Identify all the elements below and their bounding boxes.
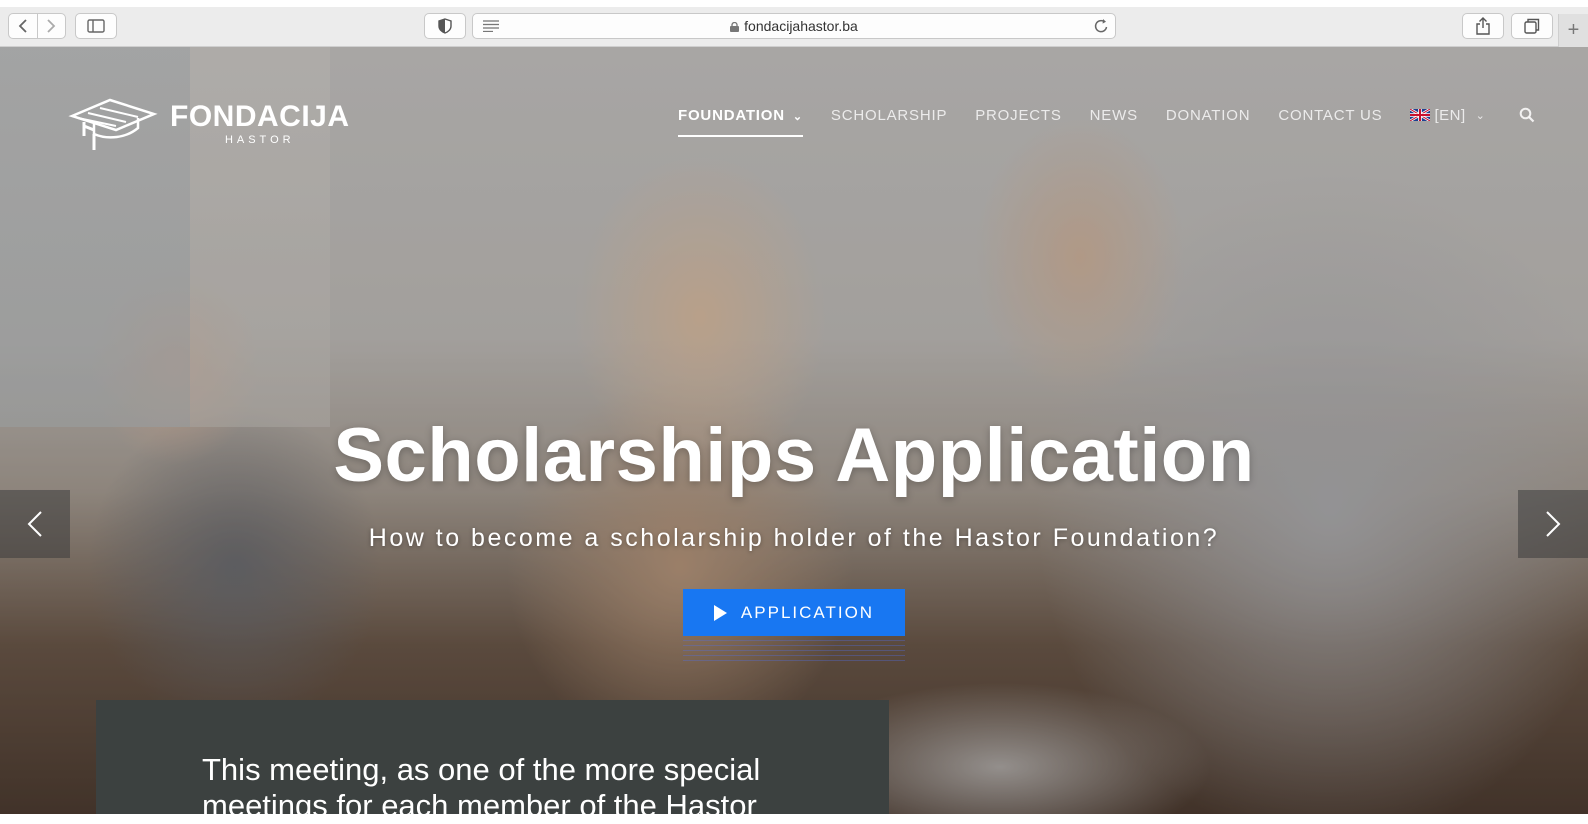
intro-panel: This meeting, as one of the more special… xyxy=(96,700,889,823)
nav-label: CONTACT US xyxy=(1278,106,1383,124)
back-button[interactable] xyxy=(9,14,37,38)
intro-text: This meeting, as one of the more special… xyxy=(202,752,761,823)
logo-name: FONDACIJA xyxy=(170,100,350,133)
forward-button[interactable] xyxy=(36,14,66,38)
lock-icon xyxy=(730,22,740,32)
logo-subtitle: HASTOR xyxy=(224,134,295,146)
sidebar-icon xyxy=(87,19,105,33)
search-icon[interactable] xyxy=(1519,107,1535,123)
hero-subtitle: How to become a scholarship holder of th… xyxy=(368,524,1220,552)
tabs-button[interactable] xyxy=(1511,13,1553,39)
history-nav xyxy=(8,13,66,39)
nav-item-donation[interactable]: DONATION xyxy=(1166,107,1250,124)
main-navigation: FOUNDATION ⌄ SCHOLARSHIP PROJECTS NEWS DO… xyxy=(678,105,1535,137)
chevron-left-icon xyxy=(18,19,27,33)
hero-title: Scholarships Application xyxy=(333,413,1255,498)
chevron-down-icon: ⌄ xyxy=(1475,109,1486,122)
tabs-icon xyxy=(1524,18,1540,34)
language-switcher[interactable]: [EN] ⌄ xyxy=(1410,107,1485,124)
nav-item-foundation[interactable]: FOUNDATION ⌄ xyxy=(678,106,803,137)
reload-icon[interactable] xyxy=(1094,18,1109,34)
share-button[interactable] xyxy=(1462,13,1504,39)
url-text: fondacijahastor.ba xyxy=(744,18,858,34)
browser-top-strip xyxy=(0,0,1588,7)
button-reflection xyxy=(683,640,905,662)
address-bar[interactable]: fondacijahastor.ba xyxy=(472,13,1116,39)
nav-label: SCHOLARSHIP xyxy=(830,106,948,124)
application-button[interactable]: APPLICATION xyxy=(683,589,905,636)
browser-toolbar: fondacijahastor.ba xyxy=(0,7,1588,47)
uk-flag-icon xyxy=(1410,109,1431,121)
language-label: [EN] xyxy=(1434,106,1466,124)
sidebar-toggle-button[interactable] xyxy=(75,13,117,39)
nav-item-scholarship[interactable]: SCHOLARSHIP xyxy=(831,107,947,124)
privacy-button[interactable] xyxy=(424,13,466,39)
share-icon xyxy=(1476,17,1490,35)
nav-label: NEWS xyxy=(1089,106,1138,124)
chevron-down-icon: ⌄ xyxy=(792,110,803,123)
nav-label: PROJECTS xyxy=(975,106,1062,124)
nav-label: DONATION xyxy=(1165,106,1251,124)
nav-item-contact-us[interactable]: CONTACT US xyxy=(1278,107,1382,124)
nav-item-news[interactable]: NEWS xyxy=(1090,107,1138,124)
chevron-right-icon xyxy=(47,19,56,33)
new-tab-button[interactable]: + xyxy=(1558,14,1588,47)
application-button-label: APPLICATION xyxy=(740,602,875,622)
site-logo[interactable]: FONDACIJA HASTOR xyxy=(68,96,350,152)
play-icon xyxy=(713,604,727,621)
nav-label: FOUNDATION xyxy=(678,106,785,124)
nav-item-projects[interactable]: PROJECTS xyxy=(975,107,1061,124)
url-display: fondacijahastor.ba xyxy=(473,18,1115,34)
shield-icon xyxy=(438,18,452,34)
plus-icon: + xyxy=(1567,19,1580,41)
logo-wordmark: FONDACIJA HASTOR xyxy=(170,100,350,147)
graduation-cap-icon xyxy=(68,98,158,150)
